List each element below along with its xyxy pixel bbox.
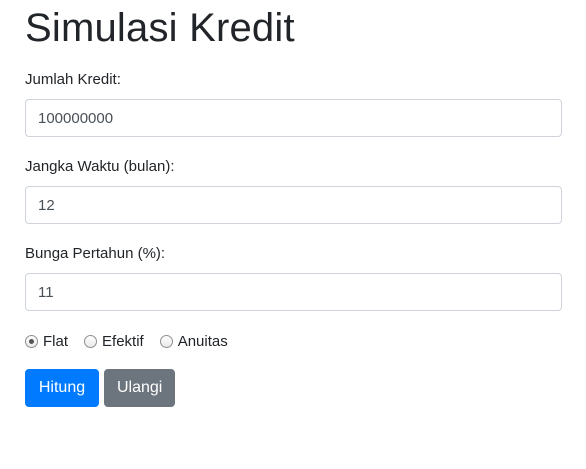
loan-amount-label: Jumlah Kredit: (25, 71, 121, 88)
loan-term-input[interactable] (25, 186, 562, 224)
calculation-method-group: Flat Efektif Anuitas (25, 331, 562, 351)
reset-button[interactable]: Ulangi (104, 369, 175, 407)
method-anuitas-option[interactable]: Anuitas (159, 332, 228, 350)
method-efektif-label: Efektif (102, 332, 144, 350)
loan-amount-group: Jumlah Kredit: (25, 70, 562, 137)
calculate-button[interactable]: Hitung (25, 369, 99, 407)
method-anuitas-label: Anuitas (177, 332, 228, 350)
method-efektif-radio[interactable] (84, 334, 98, 348)
loan-term-group: Jangka Waktu (bulan): (25, 157, 562, 224)
interest-rate-input[interactable] (25, 273, 562, 311)
method-anuitas-radio[interactable] (159, 334, 173, 348)
form-actions: Hitung Ulangi (25, 369, 562, 407)
method-flat-option[interactable]: Flat (25, 333, 68, 350)
method-flat-label: Flat (43, 332, 69, 350)
interest-rate-label: Bunga Pertahun (%): (25, 245, 166, 262)
method-flat-radio[interactable] (25, 334, 38, 348)
method-efektif-option[interactable]: Efektif (84, 333, 144, 350)
simulation-form-container: Simulasi Kredit Jumlah Kredit: Jangka Wa… (25, 0, 562, 407)
page-title: Simulasi Kredit (25, 6, 295, 50)
loan-amount-input[interactable] (25, 99, 562, 137)
loan-term-label: Jangka Waktu (bulan): (25, 158, 175, 175)
interest-rate-group: Bunga Pertahun (%): (25, 244, 562, 311)
